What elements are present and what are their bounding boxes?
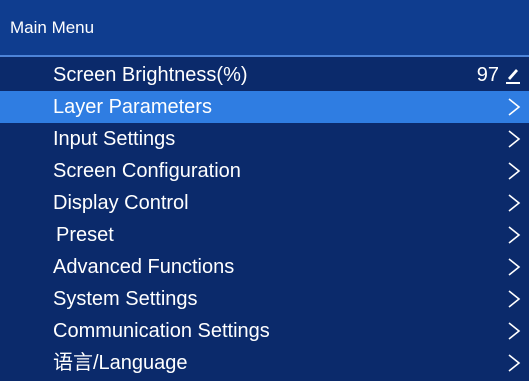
chevron-right-icon: [508, 194, 521, 212]
menu-item-label: Screen Brightness(%): [53, 64, 248, 86]
menu-item-language[interactable]: 语言/Language: [0, 347, 529, 379]
menu-item-label: 语言/Language: [53, 352, 188, 374]
menu-item-label: Preset: [56, 224, 114, 246]
menu-item-label: Input Settings: [53, 128, 176, 150]
menu-item-screen-configuration[interactable]: Screen Configuration: [0, 155, 529, 187]
menu-item-label: Communication Settings: [53, 320, 270, 342]
page-title: Main Menu: [10, 18, 95, 37]
menu-item-preset[interactable]: Preset: [0, 219, 529, 251]
menu-item-input-settings[interactable]: Input Settings: [0, 123, 529, 155]
menu-item-label: Display Control: [53, 192, 189, 214]
chevron-right-icon: [508, 98, 521, 116]
menu-list: Screen Brightness(%) 97 Layer Parameters…: [0, 59, 529, 379]
menu-item-system-settings[interactable]: System Settings: [0, 283, 529, 315]
title-bar: Main Menu: [0, 0, 529, 57]
menu-item-display-control[interactable]: Display Control: [0, 187, 529, 219]
menu-item-label: System Settings: [53, 288, 198, 310]
chevron-right-icon: [508, 354, 521, 372]
chevron-right-icon: [508, 258, 521, 276]
menu-item-layer-parameters[interactable]: Layer Parameters: [0, 91, 529, 123]
menu-item-communication-settings[interactable]: Communication Settings: [0, 315, 529, 347]
menu-item-label: Layer Parameters: [53, 96, 212, 118]
chevron-right-icon: [508, 162, 521, 180]
menu-item-label: Advanced Functions: [53, 256, 235, 278]
menu-item-screen-brightness[interactable]: Screen Brightness(%) 97: [0, 59, 529, 91]
chevron-right-icon: [508, 226, 521, 244]
menu-item-label: Screen Configuration: [53, 160, 241, 182]
brightness-value-group: 97: [477, 63, 521, 87]
chevron-right-icon: [508, 290, 521, 308]
menu-item-advanced-functions[interactable]: Advanced Functions: [0, 251, 529, 283]
edit-icon[interactable]: [505, 66, 521, 84]
chevron-right-icon: [508, 130, 521, 148]
main-menu-screen: Main Menu Screen Brightness(%) 97 Layer …: [0, 0, 529, 381]
chevron-right-icon: [508, 322, 521, 340]
brightness-value: 97: [476, 64, 499, 86]
